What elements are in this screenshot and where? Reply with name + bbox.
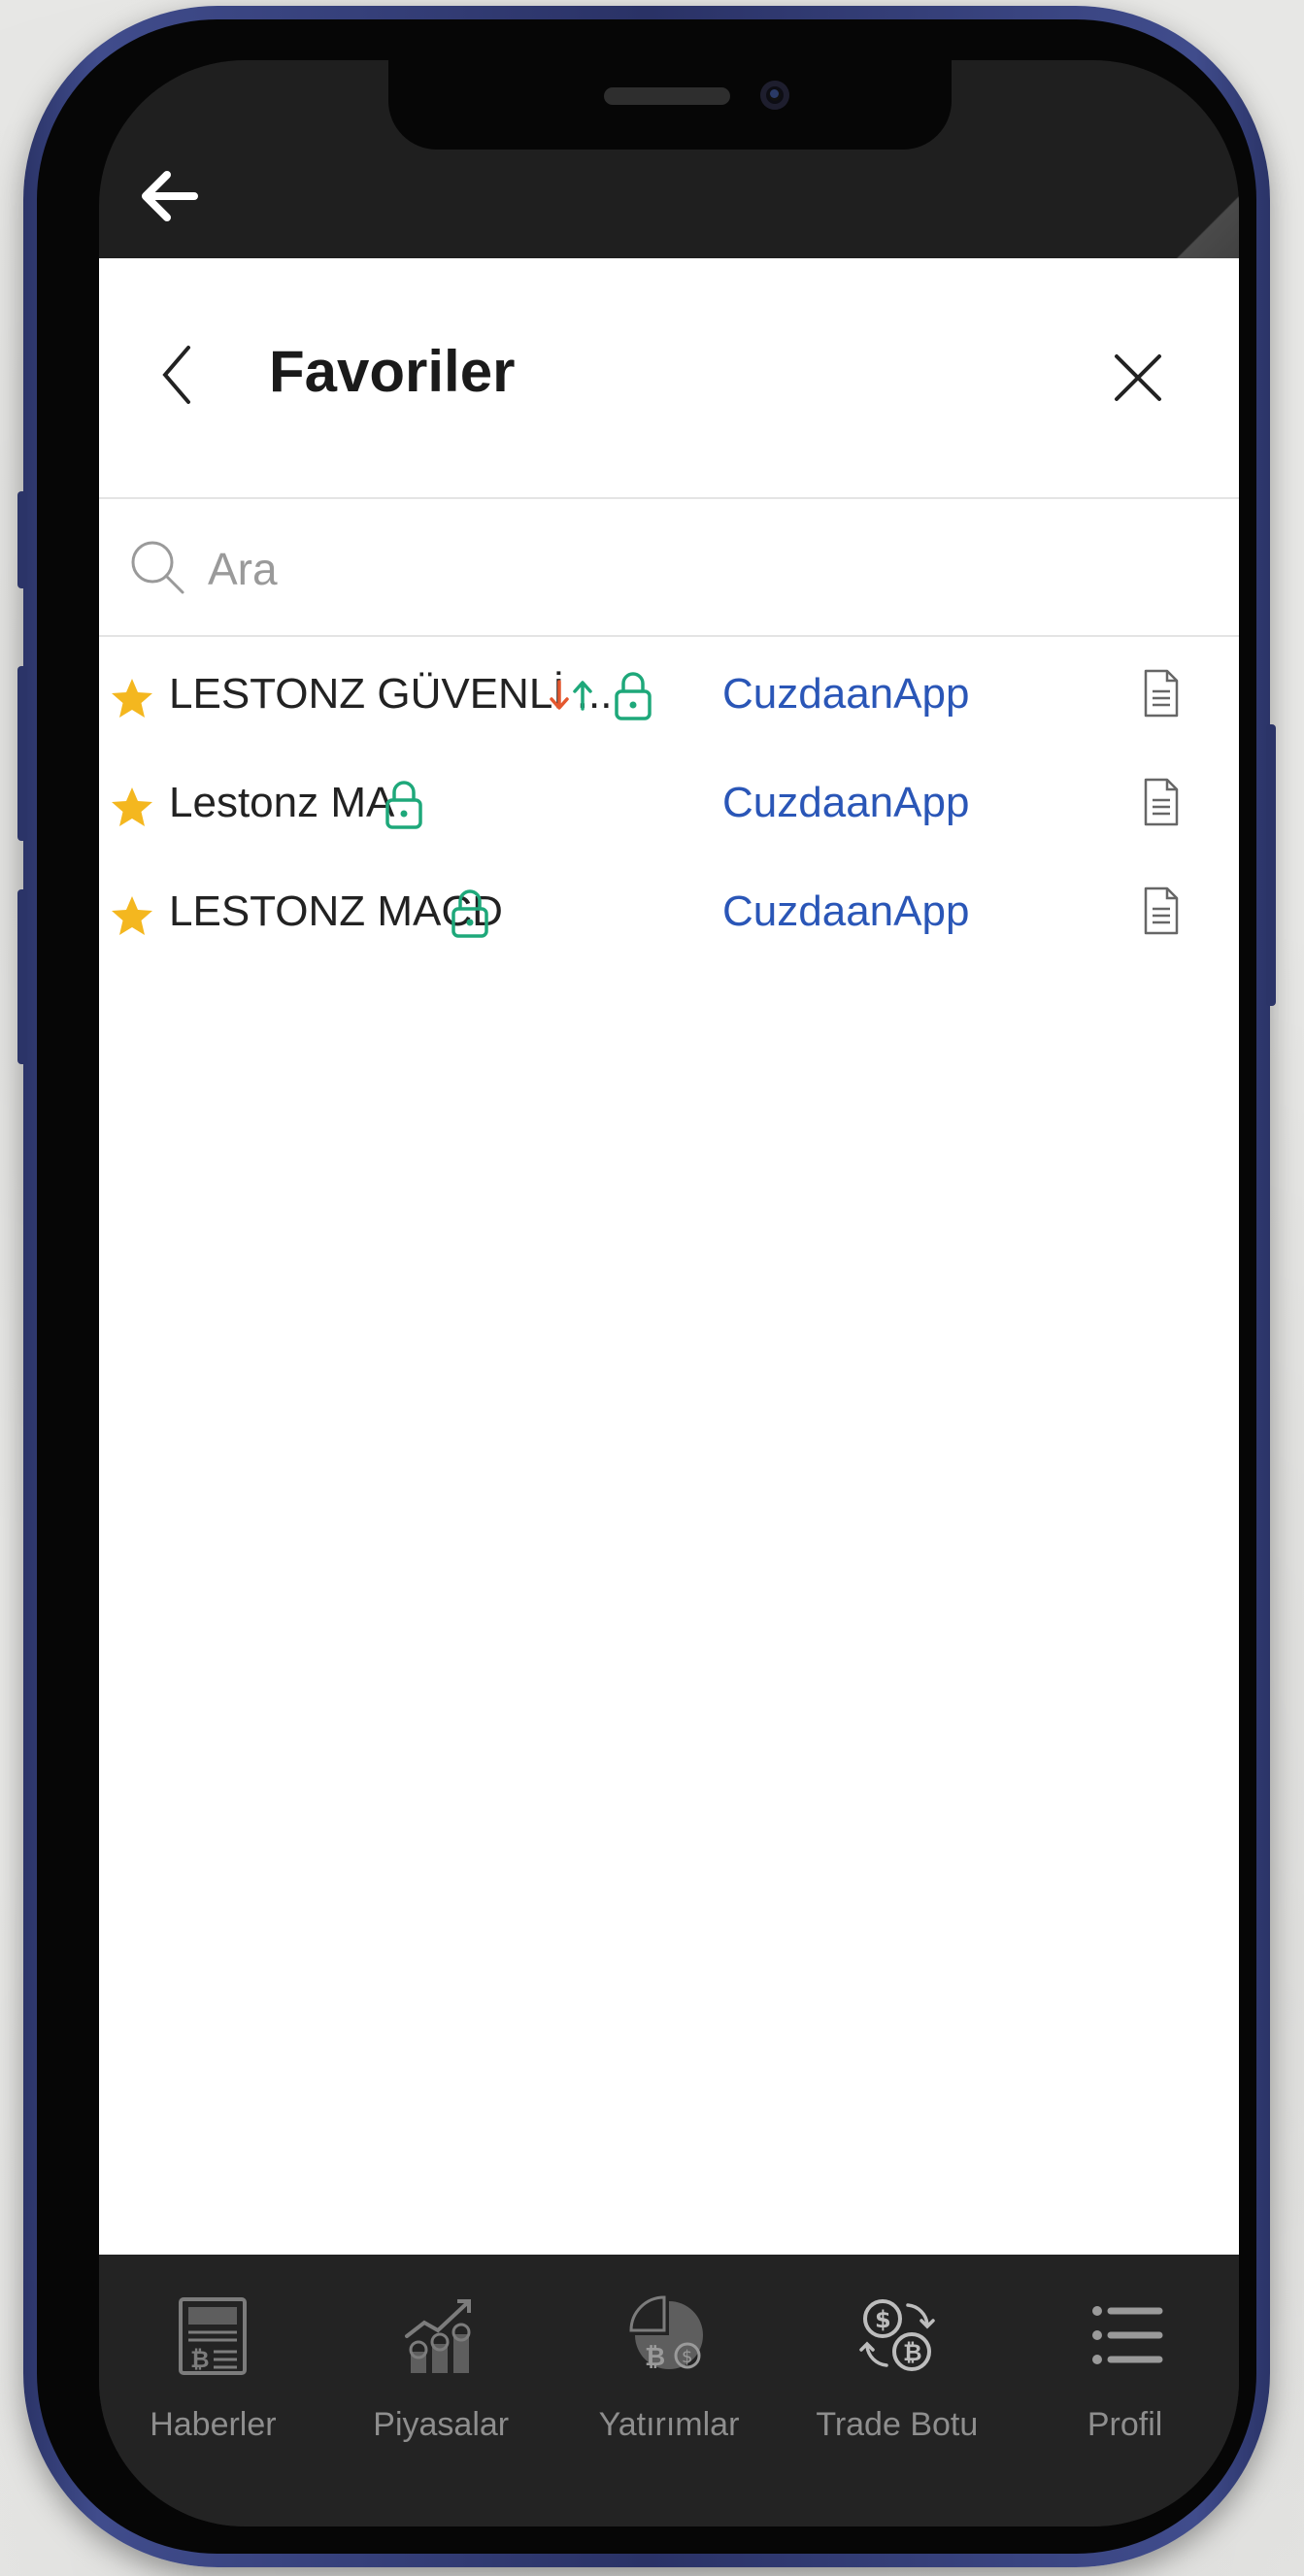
phone-notch	[388, 60, 952, 150]
favorite-name: Lestonz MA	[169, 779, 395, 826]
volume-down-button	[17, 889, 27, 1064]
power-button	[1266, 724, 1276, 1006]
volume-up-button	[17, 666, 27, 841]
favorites-panel: Favoriler LESTONZ GÜVENL	[99, 258, 1239, 2255]
back-button[interactable]	[148, 336, 206, 414]
document-icon[interactable]	[1142, 777, 1181, 827]
document-icon[interactable]	[1142, 668, 1181, 719]
market-growth-icon	[405, 2299, 472, 2373]
provider-link[interactable]: CuzdaanApp	[722, 887, 969, 936]
favorite-row[interactable]: Lestonz MA CuzdaanApp	[99, 755, 1239, 862]
list-menu-icon	[1091, 2306, 1163, 2364]
svg-text:$: $	[875, 2306, 891, 2333]
provider-link[interactable]: CuzdaanApp	[722, 670, 969, 719]
nav-item-haberler[interactable]: ₿ Haberler	[99, 2255, 327, 2526]
star-icon[interactable]	[109, 676, 155, 722]
chevron-left-icon	[162, 346, 190, 404]
front-camera	[760, 81, 789, 110]
nav-item-profil[interactable]: Profil	[1011, 2255, 1239, 2526]
star-icon[interactable]	[109, 785, 155, 831]
back-arrow-button[interactable]	[130, 157, 208, 235]
search-input[interactable]	[206, 534, 1084, 604]
favorite-name: LESTONZ GÜVENLİ ...	[169, 670, 613, 718]
favorite-row[interactable]: LESTONZ GÜVENLİ ... CuzdaanApp	[99, 647, 1239, 753]
star-icon[interactable]	[109, 893, 155, 940]
search-bar	[99, 499, 1239, 637]
lock-icon	[615, 672, 652, 720]
bottom-nav: ₿ Haberler Piyasalar ₿ $ Yatırımlar $ ₿ …	[99, 2255, 1239, 2526]
phone-screen: Favoriler LESTONZ GÜVENL	[99, 60, 1239, 2526]
up-down-arrows-icon	[550, 680, 592, 711]
page-title: Favoriler	[269, 339, 516, 404]
document-icon[interactable]	[1142, 886, 1181, 936]
phone-frame: Favoriler LESTONZ GÜVENL	[17, 6, 1276, 2567]
svg-text:$: $	[682, 2347, 692, 2367]
nav-label: Piyasalar	[373, 2406, 510, 2443]
newspaper-bitcoin-icon: ₿	[179, 2297, 248, 2375]
close-button[interactable]	[1104, 344, 1172, 412]
mute-switch	[17, 491, 27, 588]
nav-label: Yatırımlar	[598, 2406, 740, 2443]
nav-label: Profil	[1087, 2406, 1163, 2443]
lock-icon	[451, 889, 488, 938]
nav-label: Trade Botu	[816, 2406, 979, 2443]
nav-label: Haberler	[150, 2406, 277, 2443]
speaker-grille	[604, 87, 730, 105]
lock-icon	[385, 781, 422, 829]
nav-item-piyasalar[interactable]: Piyasalar	[327, 2255, 555, 2526]
provider-link[interactable]: CuzdaanApp	[722, 779, 969, 827]
nav-item-yatirimlar[interactable]: ₿ $ Yatırımlar	[555, 2255, 784, 2526]
svg-text:₿: ₿	[903, 2339, 922, 2366]
svg-text:₿: ₿	[190, 2346, 210, 2373]
panel-header: Favoriler	[99, 258, 1239, 499]
svg-text:₿: ₿	[645, 2343, 665, 2372]
search-icon	[131, 541, 184, 594]
investment-chart-icon: ₿ $	[629, 2295, 703, 2372]
exchange-coins-icon: $ ₿	[859, 2299, 935, 2371]
close-icon	[1115, 354, 1161, 401]
favorite-row[interactable]: LESTONZ MACD CuzdaanApp	[99, 864, 1239, 971]
arrow-left-icon	[142, 171, 198, 221]
nav-item-trade-botu[interactable]: $ ₿ Trade Botu	[783, 2255, 1011, 2526]
